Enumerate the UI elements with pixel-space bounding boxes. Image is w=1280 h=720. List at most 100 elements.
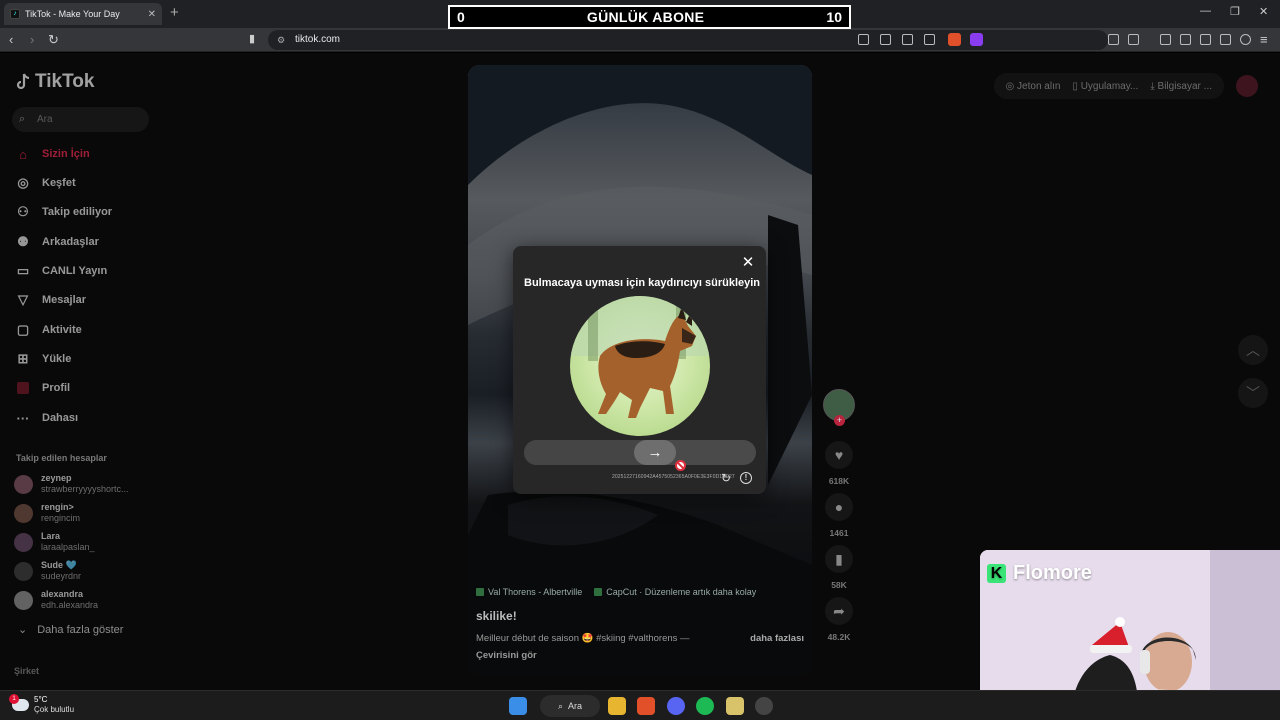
like-button[interactable]: ♥ 618K [822,441,856,486]
show-more-button[interactable]: ⌄ Daha fazla göster [18,623,123,636]
tab-title: TikTok - Make Your Day [25,9,120,19]
dog-image [570,296,710,418]
brave-rewards-icon[interactable] [970,33,983,46]
nav-label: Keşfet [42,177,76,189]
account-name: Lara [41,531,61,541]
account-handle: laraalpaslan_ [41,542,95,552]
company-link[interactable]: Şirket [14,666,39,676]
read-more-link[interactable]: daha fazlası [750,633,804,644]
search-input[interactable]: ⌕ Ara [12,107,149,132]
nav-profile[interactable]: Profil [14,377,70,399]
forward-icon[interactable]: › [30,32,34,47]
nav-messages[interactable]: ▽ Mesajlar [14,289,86,311]
brave-browser-icon[interactable] [637,697,655,715]
share-button[interactable]: ➦ 48.2K [822,597,856,642]
followed-account[interactable]: alexandra edh.alexandra [14,587,98,613]
avatar [14,532,33,552]
reload-icon[interactable]: ↻ [48,32,59,48]
minimize-icon[interactable]: — [1200,5,1211,17]
info-icon[interactable]: ! [740,472,752,484]
cast-icon[interactable] [880,34,891,45]
followed-account[interactable]: Sude 🩵 sudeyrdnr [14,558,81,584]
wallet-icon[interactable] [1200,34,1211,45]
followed-account[interactable]: Lara laraalpaslan_ [14,529,95,555]
spotify-icon[interactable] [696,697,714,715]
weather-widget[interactable]: 1 5°C Çok bulutlu [9,694,74,715]
new-tab-icon[interactable]: + [170,4,179,21]
nav-label: Aktivite [42,324,82,336]
leo-ai-icon[interactable] [1220,34,1231,45]
back-icon[interactable]: ‹ [9,32,13,47]
live-icon: ▭ [16,263,30,278]
activity-icon: ▢ [16,322,30,337]
menu-icon[interactable]: ≡ [1260,32,1268,47]
tiktok-logo[interactable]: TikTok [16,71,94,93]
share-icon[interactable] [924,34,935,45]
translate-icon[interactable] [902,34,913,45]
desktop-app-button[interactable]: ⤓ Bilgisayar ... [1150,81,1212,92]
subscriber-counter-overlay: 0 GÜNLÜK ABONE 10 [448,5,851,29]
comment-button[interactable]: ● 1461 [822,493,856,538]
user-avatar[interactable] [1236,75,1258,97]
capcut-tag[interactable]: CapCut · Düzenleme artık daha kolay [594,587,756,597]
window-close-icon[interactable]: ✕ [1259,5,1268,18]
arrow-right-icon: → [647,444,663,461]
captcha-dialog: ✕ Bulmacaya uyması için kaydırıcıyı sürü… [513,246,766,494]
close-icon[interactable]: ✕ [740,255,756,271]
see-translation-link[interactable]: Çevirisini gör [476,650,804,661]
follow-plus-icon[interactable]: + [834,415,845,426]
heart-icon: ♥ [825,441,853,469]
previous-video-button[interactable]: ︿ [1238,335,1268,365]
video-username[interactable]: skilike! [476,609,804,623]
maximize-icon[interactable]: ❐ [1230,5,1240,18]
nav-label: Dahası [42,412,79,424]
followed-account[interactable]: rengin> rengincim [14,500,80,526]
nav-upload[interactable]: ⊞ Yükle [14,348,72,370]
nav-explore[interactable]: ◎ Keşfet [14,172,76,194]
nav-more[interactable]: ··· Dahası [14,407,79,429]
save-button[interactable]: ▮ 58K [822,545,856,590]
file-explorer-icon[interactable] [608,697,626,715]
refresh-icon[interactable]: ↻ [721,471,731,485]
media-icon[interactable] [1160,34,1171,45]
location-tag[interactable]: Val Thorens - Albertville [476,587,582,597]
screenshot-icon[interactable] [1128,34,1139,45]
followed-account[interactable]: zeynep strawberryyyyshortc... [14,471,129,497]
windows-start-icon[interactable] [509,697,527,715]
sidebar: TikTok ⌕ Ara ⌂ Sizin İçin ◎ Keşfet ⚇ Tak… [0,53,160,690]
account-name: Sude 🩵 [41,560,77,570]
captcha-slider[interactable]: → [524,440,756,465]
app-icon[interactable] [726,697,744,715]
extensions-icon[interactable] [1108,34,1119,45]
sidebar-toggle-icon[interactable] [1180,34,1191,45]
discord-icon[interactable] [667,697,685,715]
nav-activity[interactable]: ▢ Aktivite [14,319,82,341]
save-count: 58K [831,580,847,590]
slider-handle[interactable]: → [634,440,676,465]
site-info-icon[interactable]: ⚙ [277,30,285,50]
description-text: Meilleur début de saison 🤩 #skiing #valt… [476,633,690,644]
kick-logo-icon: K [987,564,1006,583]
nav-label: Sizin İçin [42,148,90,160]
obs-icon[interactable] [755,697,773,715]
taskbar-search[interactable]: ⌕ Ara [540,695,600,717]
reader-icon[interactable] [858,34,869,45]
brave-shields-icon[interactable] [948,33,961,46]
avatar [14,561,33,581]
account-handle: sudeyrdnr [41,571,82,581]
next-video-button[interactable]: ﹀ [1238,378,1268,408]
vpn-icon[interactable] [1240,34,1251,45]
nav-friends[interactable]: ⚉ Arkadaşlar [14,231,99,253]
taskbar: 1 5°C Çok bulutlu ⌕ Ara [0,690,1280,720]
nav-live[interactable]: ▭ CANLI Yayın [14,260,107,282]
tiktok-note-icon [16,73,30,91]
nav-for-you[interactable]: ⌂ Sizin İçin [14,143,90,165]
compass-icon: ◎ [17,175,29,190]
tab-close-icon[interactable]: ✕ [148,9,156,20]
get-app-button[interactable]: ▯ Uygulamay... [1072,81,1138,92]
nav-following[interactable]: ⚇ Takip ediliyor [14,201,112,223]
get-coins-button[interactable]: ◎ Jeton alın [1006,81,1061,92]
chevron-up-icon: ︿ [1246,342,1260,358]
bookmark-icon[interactable]: ▮ [249,32,255,45]
browser-tab[interactable]: ♪ TikTok - Make Your Day ✕ [4,3,162,25]
